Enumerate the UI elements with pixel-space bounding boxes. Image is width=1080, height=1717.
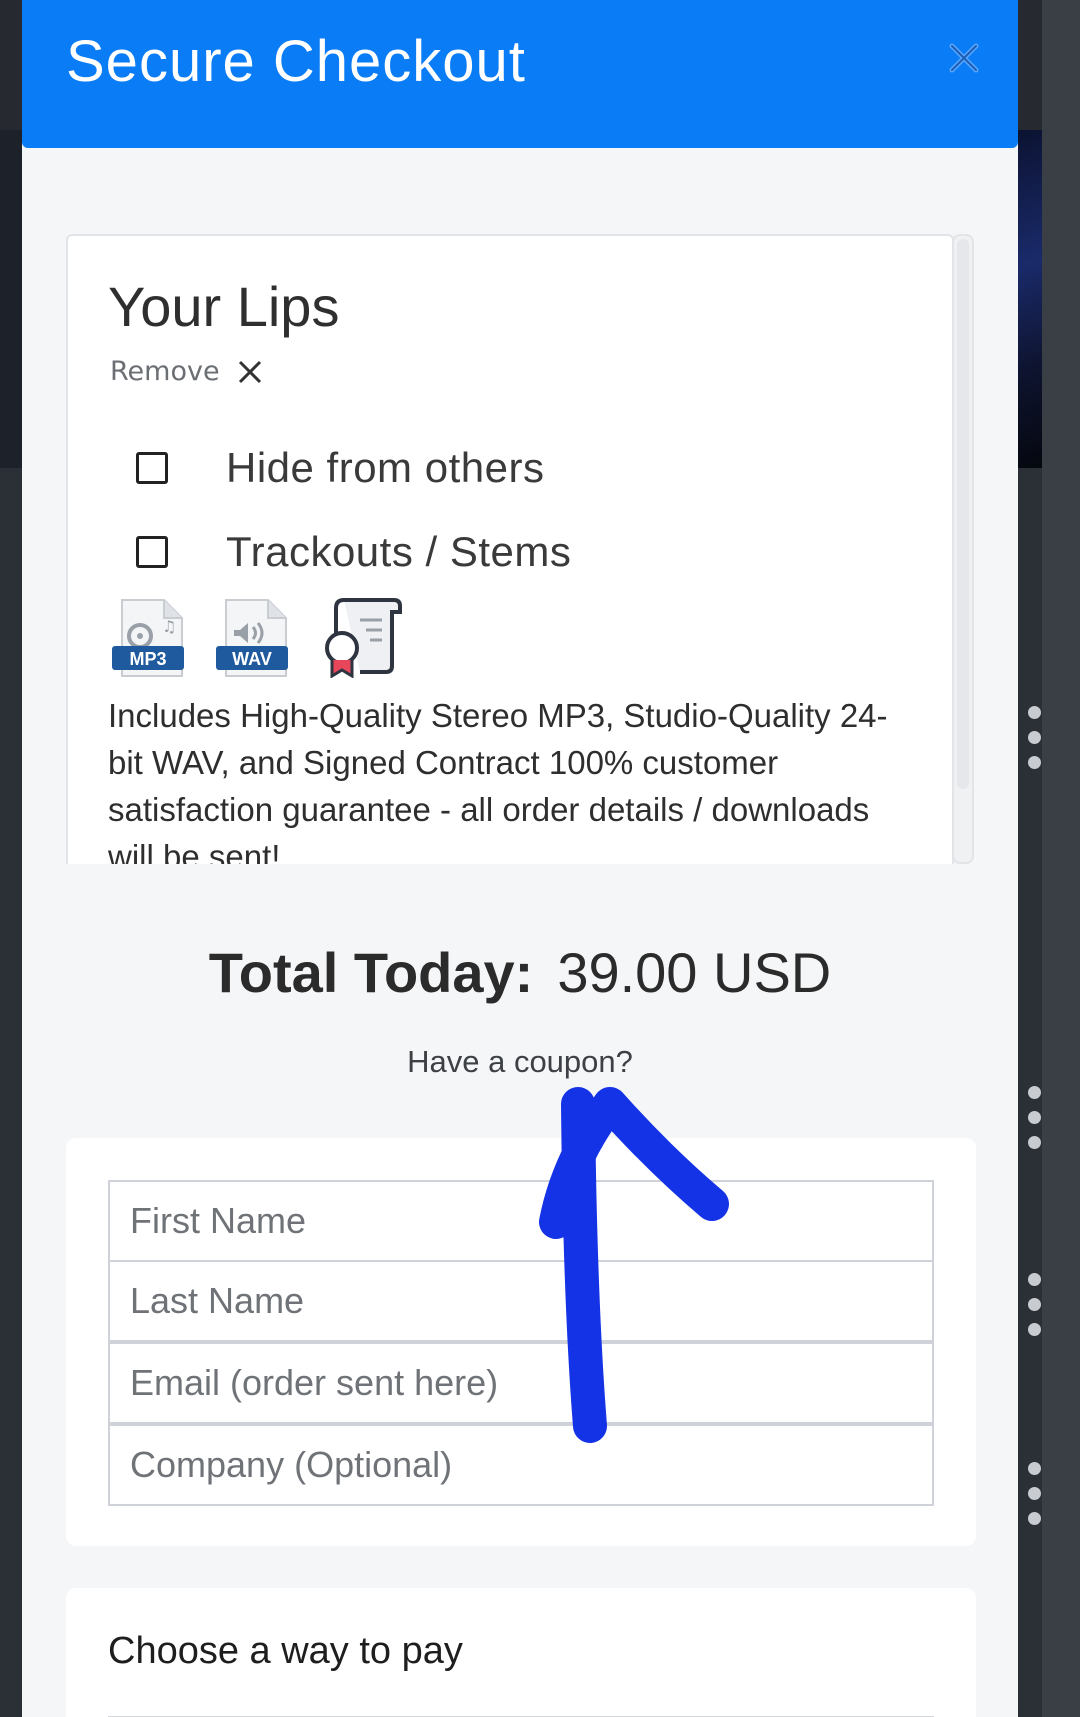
mp3-file-icon: ♫ MP3 <box>112 599 184 677</box>
wav-file-icon: WAV <box>216 599 288 677</box>
trackouts-stems-checkbox[interactable] <box>136 536 168 568</box>
customer-info-form <box>66 1138 976 1546</box>
close-icon[interactable] <box>942 36 986 80</box>
option-label: Hide from others <box>226 444 545 491</box>
modal-title: Secure Checkout <box>66 29 526 94</box>
item-scrollbar[interactable] <box>952 234 974 864</box>
svg-text:♫: ♫ <box>162 617 176 636</box>
modal-header: Secure Checkout <box>22 0 1018 148</box>
trackouts-stems-option[interactable]: Trackouts / Stems <box>136 528 571 576</box>
payment-section: Choose a way to pay <box>66 1588 976 1717</box>
company-field[interactable] <box>108 1424 934 1506</box>
background-scroll-strip <box>1042 0 1080 1717</box>
more-options-icon[interactable] <box>1025 706 1043 781</box>
hide-from-others-checkbox[interactable] <box>136 452 168 484</box>
payment-title: Choose a way to pay <box>108 1630 463 1672</box>
order-total: Total Today: 39.00 USD <box>22 940 1018 1005</box>
first-name-field[interactable] <box>108 1180 934 1262</box>
close-icon <box>238 360 261 383</box>
more-options-icon[interactable] <box>1025 1273 1043 1348</box>
total-label: Total Today: <box>208 941 534 1004</box>
cart-item-card: Your Lips Remove Hide from others Tracko… <box>66 234 954 864</box>
scrollbar-thumb[interactable] <box>957 239 969 789</box>
background-panel <box>0 130 22 468</box>
remove-button[interactable]: Remove <box>110 356 264 387</box>
item-description: Includes High-Quality Stereo MP3, Studio… <box>108 697 888 864</box>
mp3-label: MP3 <box>129 649 166 669</box>
option-label: Trackouts / Stems <box>226 528 572 575</box>
total-amount: 39.00 USD <box>557 941 832 1004</box>
more-options-icon[interactable] <box>1025 1462 1043 1537</box>
wav-label: WAV <box>232 649 272 669</box>
email-field[interactable] <box>108 1342 934 1424</box>
included-formats: ♫ MP3 WAV <box>112 594 404 678</box>
hide-from-others-option[interactable]: Hide from others <box>136 444 544 492</box>
last-name-field[interactable] <box>108 1260 934 1342</box>
remove-label: Remove <box>110 356 220 387</box>
more-options-icon[interactable] <box>1025 1086 1043 1161</box>
checkout-modal: Secure Checkout Your Lips Remove Hide fr… <box>22 0 1018 1717</box>
coupon-link[interactable]: Have a coupon? <box>22 1044 1018 1080</box>
item-title: Your Lips <box>108 275 340 338</box>
contract-certificate-icon <box>325 598 402 678</box>
